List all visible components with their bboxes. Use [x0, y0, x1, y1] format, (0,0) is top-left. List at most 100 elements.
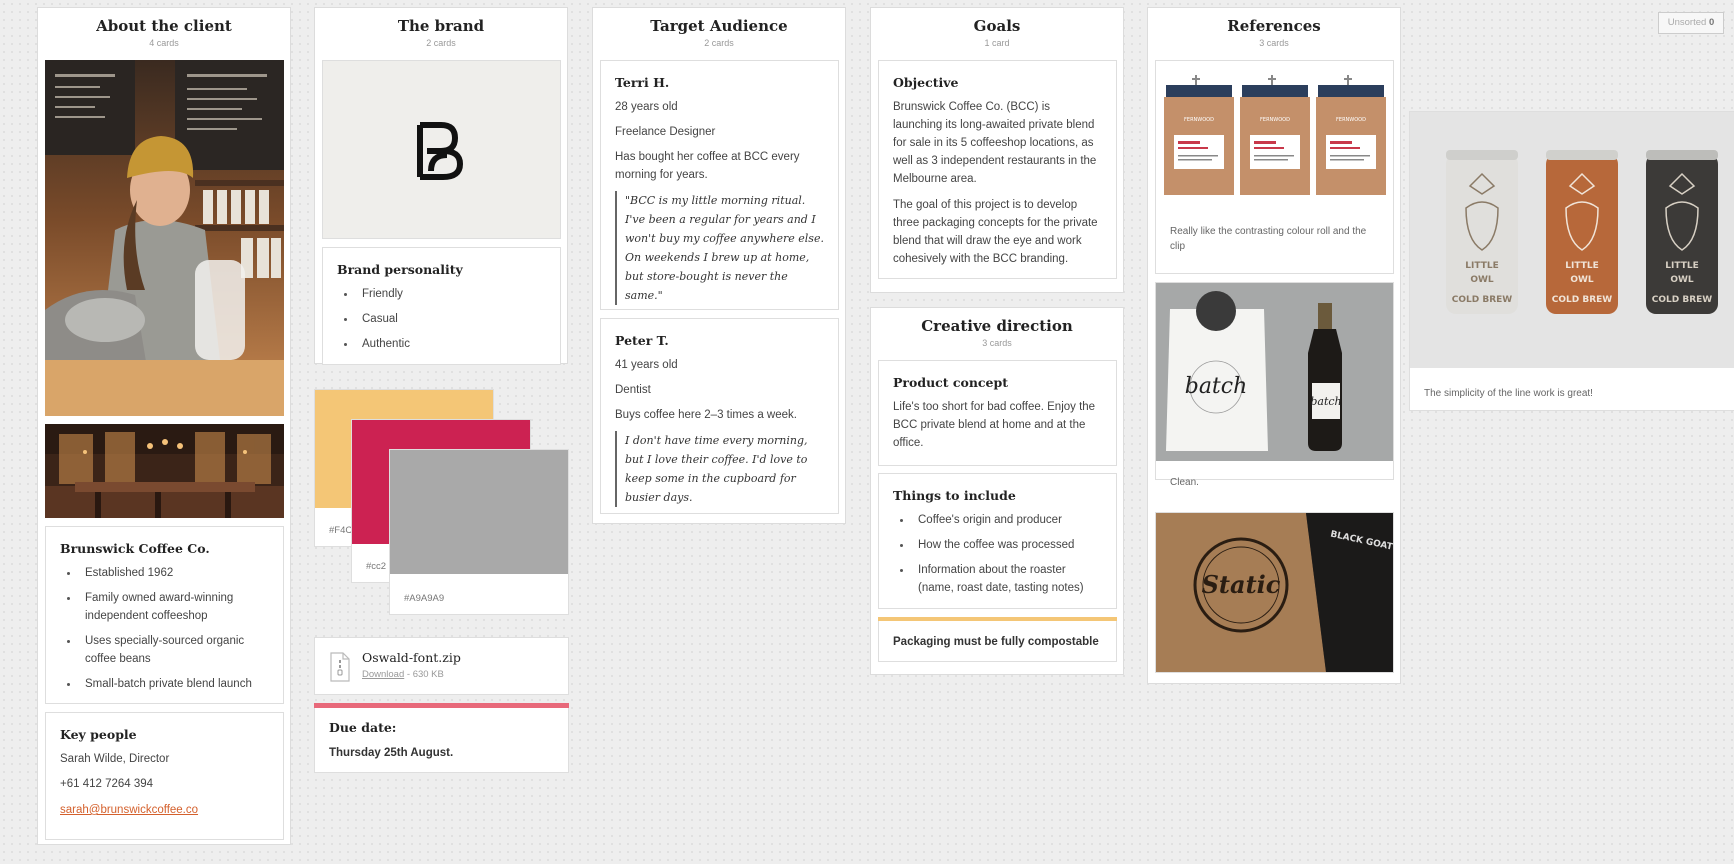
batch-packaging-image: batch batch: [1156, 283, 1393, 461]
persona-age: 28 years old: [615, 101, 678, 113]
little-owl-cans-image: LITTLE OWL COLD BREW LITTLE OWL COLD BRE…: [1410, 112, 1734, 368]
list-item: Small-batch private blend launch: [60, 675, 269, 693]
column-about-client[interactable]: About the client 4 cards Brunswick Coffe…: [37, 7, 291, 845]
product-concept-title: Product concept: [893, 375, 1009, 390]
color-swatch-card[interactable]: #A9A9A9: [389, 449, 569, 615]
persona-name: Terri H.: [615, 75, 670, 90]
contact-name: Sarah Wilde, Director: [60, 753, 170, 765]
objective-card[interactable]: Objective Brunswick Coffee Co. (BCC) is …: [878, 60, 1117, 279]
zip-file-icon: [330, 652, 350, 682]
persona-card-peter[interactable]: Peter T. 41 years old Dentist Buys coffe…: [600, 318, 839, 514]
objective-title: Objective: [893, 75, 959, 90]
key-people-card[interactable]: Key people Sarah Wilde, Director +61 412…: [45, 712, 284, 840]
column-title: The brand: [397, 17, 485, 35]
compostable-note-text: Packaging must be fully compostable: [893, 636, 1099, 648]
can-text: LITTLE: [1665, 261, 1698, 271]
column-title: Target Audience: [650, 17, 788, 35]
contact-email-link[interactable]: sarah@brunswickcoffee.co: [60, 804, 198, 816]
unsorted-count: 0: [1708, 17, 1715, 28]
note-accent-bar: [878, 617, 1117, 621]
can-text: COLD BREW: [1452, 295, 1513, 305]
list-item: Information about the roaster (name, roa…: [893, 561, 1102, 597]
persona-card-terri[interactable]: Terri H. 28 years old Freelance Designer…: [600, 60, 839, 310]
list-item: Coffee's origin and producer: [893, 511, 1102, 529]
list-item: Established 1962: [60, 564, 269, 582]
column-card-count: 3 cards: [982, 338, 1012, 348]
reference-batch-card[interactable]: batch batch Clean.: [1155, 282, 1394, 488]
swatch-label: #F4C: [329, 525, 353, 536]
product-concept-text: Life's too short for bad coffee. Enjoy t…: [893, 401, 1096, 449]
due-date-title: Due date:: [329, 720, 397, 735]
persona-job: Dentist: [615, 384, 651, 396]
font-file-card[interactable]: Oswald-font.zip Download - 630 KB: [314, 637, 569, 695]
list-item: Family owned award-winning independent c…: [60, 589, 269, 625]
swatch-label: #cc2: [366, 561, 387, 572]
reference-bags-card[interactable]: FERNWOOD FERNWOOD FERNWOOD Really like t…: [1155, 60, 1394, 274]
company-name: Brunswick Coffee Co.: [60, 541, 210, 556]
can-text: LITTLE: [1465, 261, 1498, 271]
bag-brand-text: FERNWOOD: [1260, 117, 1290, 123]
coffee-bags-image: FERNWOOD FERNWOOD FERNWOOD: [1156, 61, 1393, 205]
reference-static-card[interactable]: Static BLACK GOAT: [1155, 512, 1394, 673]
list-item: Friendly: [337, 285, 546, 303]
cafe-interior-photo-card[interactable]: [45, 424, 284, 518]
brand-personality-title: Brand personality: [337, 262, 463, 277]
can-text: OWL: [1470, 275, 1494, 285]
reference-caption: Clean.: [1170, 477, 1199, 488]
list-item: How the coffee was processed: [893, 536, 1102, 554]
unsorted-badge[interactable]: Unsorted 0: [1658, 12, 1724, 34]
key-people-title: Key people: [60, 727, 137, 742]
things-to-include-card[interactable]: Things to include Coffee's origin and pr…: [878, 473, 1117, 609]
static-coffee-image: Static BLACK GOAT: [1156, 513, 1393, 672]
brand-personality-card[interactable]: Brand personality Friendly Casual Authen…: [322, 247, 561, 365]
cafe-interior-photo: [45, 424, 284, 518]
swatch-color: [390, 450, 568, 574]
column-card-count: 1 card: [984, 38, 1010, 48]
file-size: - 630 KB: [406, 669, 444, 680]
column-card-count: 2 cards: [704, 38, 734, 48]
objective-paragraph: Brunswick Coffee Co. (BCC) is launching …: [893, 101, 1097, 185]
persona-age: 41 years old: [615, 359, 678, 371]
column-title: Creative direction: [921, 317, 1073, 335]
persona-job: Freelance Designer: [615, 126, 716, 138]
persona-name: Peter T.: [615, 333, 669, 348]
brand-logo-card[interactable]: [322, 60, 561, 239]
contact-phone: +61 412 7264 394: [60, 778, 154, 790]
reference-caption: The simplicity of the line work is great…: [1424, 388, 1593, 399]
batch-bottle-text: batch: [1310, 395, 1341, 408]
brand-personality-list: Friendly Casual Authentic: [337, 285, 546, 353]
can-text: COLD BREW: [1552, 295, 1613, 305]
can-text: OWL: [1570, 275, 1594, 285]
company-facts-list: Established 1962 Family owned award-winn…: [60, 564, 269, 693]
column-card-count: 4 cards: [149, 38, 179, 48]
bag-brand-text: FERNWOOD: [1184, 117, 1214, 123]
column-title: About the client: [96, 17, 232, 35]
brand-logo-icon: [417, 122, 463, 180]
due-date-accent-bar: [314, 703, 569, 708]
column-title: References: [1227, 17, 1321, 35]
column-goals[interactable]: Goals 1 card Objective Brunswick Coffee …: [870, 7, 1124, 293]
reference-cans-card[interactable]: LITTLE OWL COLD BREW LITTLE OWL COLD BRE…: [1409, 111, 1734, 411]
persona-habit: Buys coffee here 2–3 times a week.: [615, 409, 797, 421]
barista-photo: [45, 60, 284, 416]
column-title: Goals: [973, 17, 1021, 35]
due-date-value: Thursday 25th August.: [329, 747, 454, 759]
unsorted-label: Unsorted: [1667, 17, 1707, 28]
column-card-count: 3 cards: [1259, 38, 1289, 48]
due-date-card[interactable]: Due date: Thursday 25th August.: [314, 703, 569, 773]
company-card[interactable]: Brunswick Coffee Co. Established 1962 Fa…: [45, 526, 284, 704]
column-references[interactable]: References 3 cards FERNWOOD FERNWOOD FER…: [1147, 7, 1401, 684]
list-item: Casual: [337, 310, 546, 328]
persona-quote: "BCC is my little morning ritual. I've b…: [615, 191, 824, 305]
download-link[interactable]: Download: [362, 669, 404, 680]
barista-photo-card[interactable]: [45, 60, 284, 416]
compostable-note-card[interactable]: Packaging must be fully compostable: [878, 617, 1117, 662]
product-concept-card[interactable]: Product concept Life's too short for bad…: [878, 360, 1117, 466]
things-to-include-list: Coffee's origin and producer How the cof…: [893, 511, 1102, 597]
column-the-brand[interactable]: The brand 2 cards Brand personality Frie…: [314, 7, 568, 365]
persona-quote: I don't have time every morning, but I l…: [615, 431, 824, 507]
column-creative-direction[interactable]: Creative direction 3 cards Product conce…: [870, 307, 1124, 675]
persona-habit: Has bought her coffee at BCC every morni…: [615, 151, 800, 181]
column-target-audience[interactable]: Target Audience 2 cards Terri H. 28 year…: [592, 7, 846, 524]
list-item: Authentic: [337, 335, 546, 353]
